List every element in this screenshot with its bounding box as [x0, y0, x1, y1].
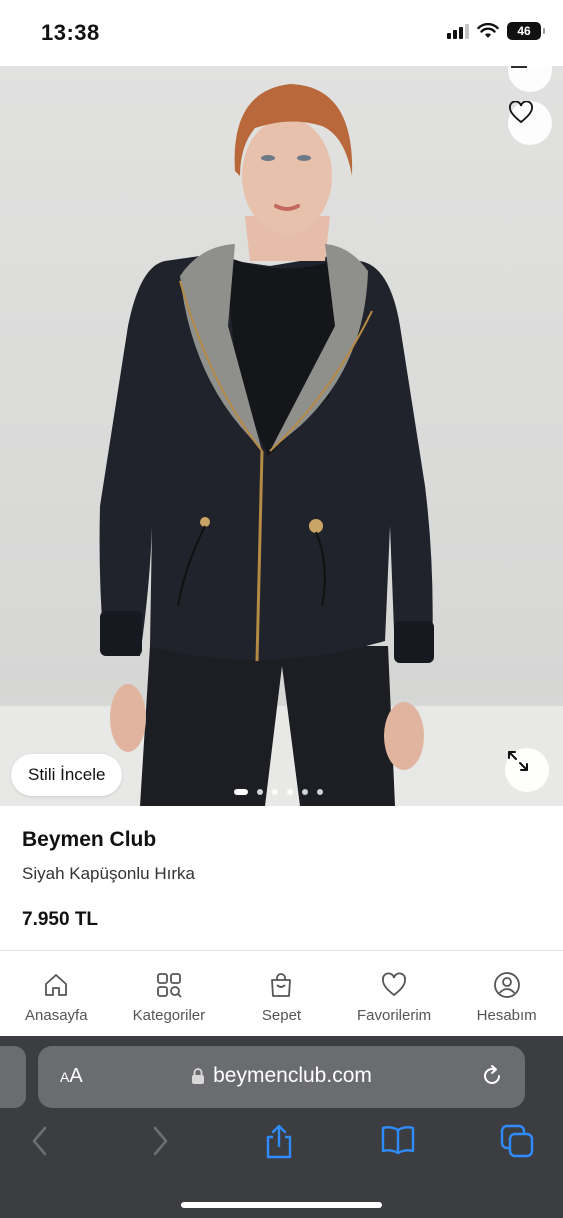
product-photo [0, 66, 563, 806]
status-bar: 13:38 46 [0, 0, 563, 66]
categories-icon [156, 973, 182, 998]
url-text: beymenclub.com [213, 1064, 372, 1087]
status-time: 13:38 [41, 20, 100, 45]
bookmarks-button[interactable] [380, 1124, 416, 1161]
battery-icon: 46 [507, 22, 545, 40]
wifi-icon [477, 23, 499, 38]
carousel-dot[interactable] [257, 789, 263, 795]
expand-icon [508, 751, 528, 771]
view-style-button[interactable]: Stili İncele [11, 754, 123, 796]
share-icon [266, 1124, 292, 1159]
chevron-left-icon [32, 1126, 47, 1156]
account-icon [493, 972, 520, 998]
tab-label: Sepet [261, 1007, 302, 1024]
tab-account[interactable]: Hesabım [450, 951, 563, 1036]
tab-label: Favorilerim [356, 1007, 432, 1024]
expand-image-button[interactable] [505, 748, 549, 792]
previous-tab-preview[interactable] [0, 1046, 26, 1108]
carousel-dot[interactable] [302, 789, 308, 795]
cart-icon [271, 973, 292, 997]
product-brand[interactable]: Beymen Club [22, 828, 156, 852]
tab-cart[interactable]: Sepet [225, 951, 338, 1036]
browser-nav-row [0, 1124, 563, 1164]
tab-label: Anasayfa [25, 1007, 88, 1024]
tab-categories[interactable]: Kategoriler [113, 951, 226, 1036]
share-button[interactable] [263, 1124, 295, 1165]
tabs-button[interactable] [500, 1124, 534, 1163]
bottom-tab-bar: Anasayfa Kategoriler Sepet Favorilerim H… [0, 950, 563, 1036]
book-icon [381, 1126, 415, 1155]
share-icon [511, 66, 527, 68]
carousel-dot[interactable] [272, 789, 278, 795]
url-display[interactable]: beymenclub.com [38, 1064, 525, 1088]
carousel-dot[interactable] [234, 789, 248, 795]
tab-label: Hesabım [476, 1007, 537, 1024]
cellular-signal-icon [447, 23, 469, 39]
home-indicator[interactable] [181, 1202, 382, 1208]
tab-favorites[interactable]: Favorilerim [338, 951, 451, 1036]
reload-icon [484, 1065, 500, 1084]
chevron-right-icon [153, 1126, 168, 1156]
back-button[interactable] [30, 1124, 50, 1163]
reload-button[interactable] [479, 1063, 505, 1094]
tab-home[interactable]: Anasayfa [0, 951, 113, 1036]
heart-icon [382, 972, 406, 997]
carousel-dots [234, 789, 323, 795]
product-image-carousel[interactable]: Stili İncele [0, 66, 563, 806]
product-price: 7.950 TL [22, 909, 99, 930]
address-bar[interactable]: AA beymenclub.com [38, 1046, 525, 1108]
heart-icon [509, 101, 533, 124]
browser-toolbar: AA beymenclub.com [0, 1036, 563, 1218]
home-icon [45, 974, 68, 996]
forward-button[interactable] [150, 1124, 170, 1163]
favorite-button[interactable] [508, 101, 552, 145]
tabs-icon [500, 1124, 534, 1158]
carousel-dot[interactable] [287, 789, 293, 795]
tab-label: Kategoriler [132, 1007, 206, 1024]
product-info: Beymen Club Siyah Kapüşonlu Hırka 7.950 … [0, 806, 563, 950]
status-icons: 46 [447, 22, 545, 40]
carousel-dot[interactable] [317, 789, 323, 795]
product-name: Siyah Kapüşonlu Hırka [22, 864, 195, 883]
lock-icon [192, 1068, 205, 1084]
